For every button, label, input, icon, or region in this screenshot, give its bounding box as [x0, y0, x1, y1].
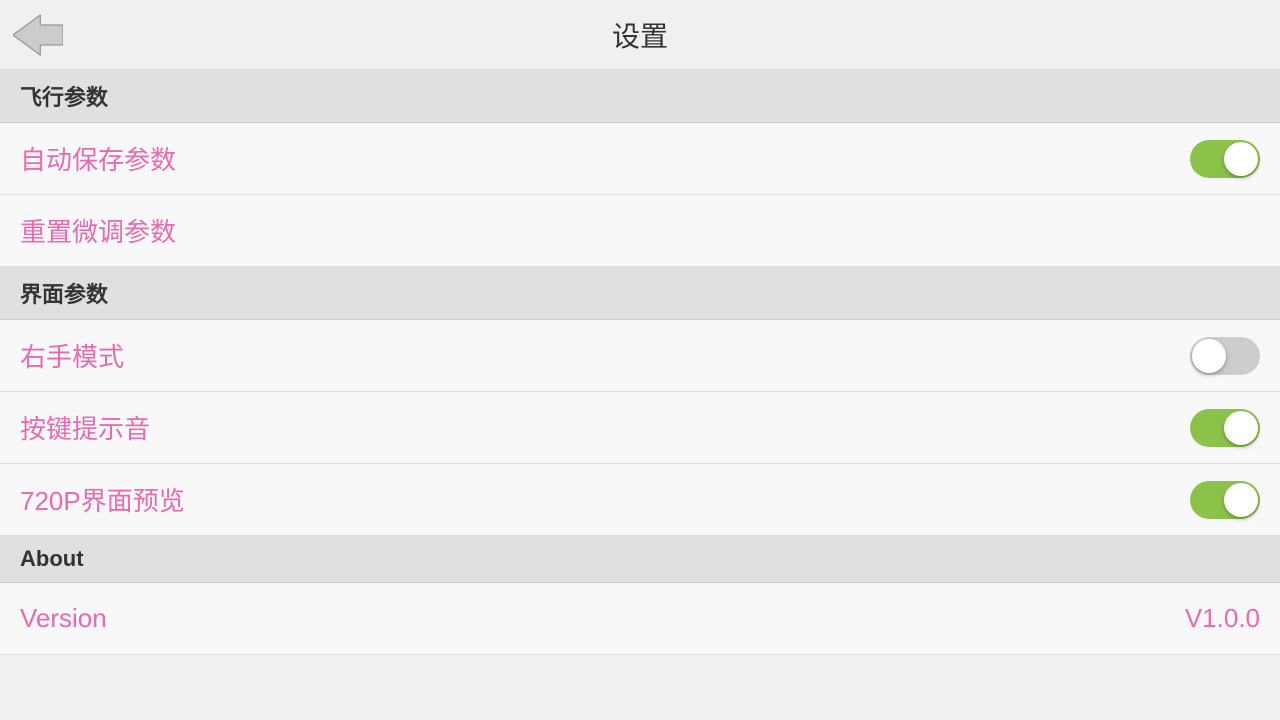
toggle-knob-auto-save-params	[1224, 142, 1258, 176]
section-header-ui-params: 界面参数	[0, 267, 1280, 320]
back-button[interactable]	[10, 7, 65, 62]
setting-label-auto-save-params: 自动保存参数	[20, 140, 176, 177]
page-title: 设置	[612, 15, 668, 55]
toggle-right-hand-mode[interactable]	[1190, 337, 1260, 375]
toggle-720p-preview[interactable]	[1190, 481, 1260, 519]
setting-row-720p-preview: 720P界面预览	[0, 464, 1280, 536]
toggle-key-sound[interactable]	[1190, 409, 1260, 447]
setting-row-right-hand-mode: 右手模式	[0, 320, 1280, 392]
setting-row-version: Version V1.0.0	[0, 583, 1280, 655]
toggle-knob-key-sound	[1224, 411, 1258, 445]
version-label: Version	[20, 603, 107, 634]
section-header-flight-params: 飞行参数	[0, 70, 1280, 123]
header: 设置	[0, 0, 1280, 70]
setting-label-key-sound: 按键提示音	[20, 409, 150, 446]
setting-row-reset-trim-params[interactable]: 重置微调参数	[0, 195, 1280, 267]
setting-row-auto-save-params: 自动保存参数	[0, 123, 1280, 195]
section-header-about: About	[0, 536, 1280, 583]
setting-label-reset-trim-params: 重置微调参数	[20, 212, 176, 249]
back-arrow-icon	[13, 12, 63, 57]
settings-content: 飞行参数自动保存参数重置微调参数界面参数右手模式按键提示音 720P界面预览 Abo…	[0, 70, 1280, 655]
version-value: V1.0.0	[1185, 603, 1260, 634]
toggle-knob-right-hand-mode	[1192, 339, 1226, 373]
setting-label-right-hand-mode: 右手模式	[20, 337, 124, 374]
setting-row-key-sound: 按键提示音	[0, 392, 1280, 464]
toggle-knob-720p-preview	[1224, 483, 1258, 517]
toggle-auto-save-params[interactable]	[1190, 140, 1260, 178]
setting-label-720p-preview: 720P界面预览	[20, 481, 185, 518]
